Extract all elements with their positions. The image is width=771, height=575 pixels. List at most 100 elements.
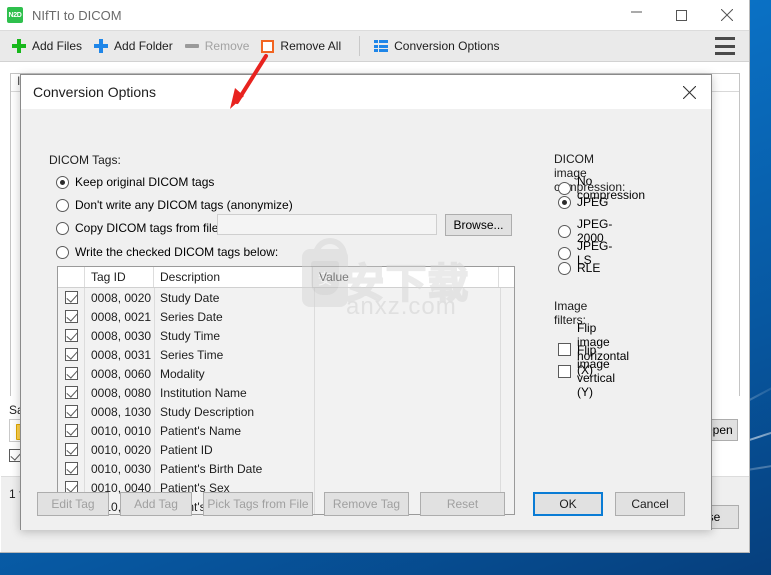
- radio-write-checked-tags[interactable]: Write the checked DICOM tags below:: [56, 245, 278, 259]
- radio-anonymize-tags-indicator[interactable]: [56, 198, 69, 212]
- tags-col-spacer: [499, 267, 514, 287]
- tags-col-value[interactable]: Value: [313, 267, 499, 287]
- tags-col-tag-id[interactable]: Tag ID: [85, 267, 154, 287]
- row-description: Patient ID: [160, 442, 213, 457]
- radio-copy-tags-from-file-indicator[interactable]: [56, 221, 69, 235]
- row-tag-id: 0010, 0010: [91, 423, 152, 438]
- row-checkbox-cell[interactable]: [58, 291, 85, 304]
- table-row[interactable]: 0010, 0020 Patient ID: [58, 440, 514, 459]
- screen-root: N2D NIfTI to DICOM Add Files Add Folder …: [0, 0, 771, 575]
- radio-jpeg-label: JPEG: [577, 195, 609, 209]
- dash-icon: [184, 44, 199, 48]
- radio-jpeg-2000-indicator[interactable]: [558, 224, 571, 238]
- checkbox-flip-vertical[interactable]: Flip image vertical (Y): [558, 343, 615, 399]
- browse-button[interactable]: Browse...: [445, 214, 512, 236]
- row-tag-id: 0008, 0020: [91, 290, 152, 305]
- checkbox-flip-vertical-indicator[interactable]: [558, 364, 571, 378]
- row-tag-id: 0008, 0060: [91, 366, 152, 381]
- row-checkbox[interactable]: [65, 329, 78, 342]
- radio-copy-tags-from-file[interactable]: Copy DICOM tags from file:: [56, 221, 222, 235]
- app-title: NIfTI to DICOM: [32, 7, 122, 23]
- row-checkbox-cell[interactable]: [58, 348, 85, 361]
- tags-grid-line-2: [154, 288, 155, 514]
- copy-tags-path-input[interactable]: [217, 214, 437, 235]
- row-checkbox-cell[interactable]: [58, 443, 85, 456]
- row-description: Patient's Birth Date: [160, 461, 263, 476]
- row-checkbox[interactable]: [65, 367, 78, 380]
- maximize-button[interactable]: [659, 0, 704, 30]
- table-row[interactable]: 0008, 0031 Series Time: [58, 345, 514, 364]
- tags-col-check[interactable]: [58, 267, 85, 287]
- row-description: Modality: [160, 366, 205, 381]
- add-folder-label: Add Folder: [114, 39, 173, 53]
- radio-keep-original-tags[interactable]: Keep original DICOM tags: [56, 175, 214, 189]
- row-tag-id: 0008, 0030: [91, 328, 152, 343]
- table-row[interactable]: 0008, 1030 Study Description: [58, 402, 514, 421]
- radio-keep-original-tags-indicator[interactable]: [56, 175, 69, 189]
- row-checkbox[interactable]: [65, 310, 78, 323]
- row-checkbox-cell[interactable]: [58, 386, 85, 399]
- ok-button[interactable]: OK: [533, 492, 603, 516]
- table-row[interactable]: 0008, 0021 Series Date: [58, 307, 514, 326]
- plus-blue-icon: [94, 39, 109, 53]
- table-row[interactable]: 0008, 0030 Study Time: [58, 326, 514, 345]
- hamburger-menu-icon[interactable]: [715, 37, 735, 55]
- title-bar: N2D NIfTI to DICOM: [0, 0, 749, 30]
- radio-jpeg-ls-indicator[interactable]: [558, 246, 571, 260]
- row-checkbox[interactable]: [65, 386, 78, 399]
- radio-jpeg-indicator[interactable]: [558, 195, 571, 209]
- radio-rle-indicator[interactable]: [558, 261, 571, 275]
- pick-tags-from-file-button: Pick Tags from File: [203, 492, 313, 516]
- close-button[interactable]: [704, 0, 749, 30]
- row-tag-id: 0010, 0020: [91, 442, 152, 457]
- row-checkbox[interactable]: [65, 443, 78, 456]
- row-description: Series Date: [160, 309, 223, 324]
- row-checkbox-cell[interactable]: [58, 462, 85, 475]
- radio-anonymize-tags[interactable]: Don't write any DICOM tags (anonymize): [56, 198, 293, 212]
- radio-no-compression-indicator[interactable]: [558, 181, 571, 195]
- row-tag-id: 0008, 0080: [91, 385, 152, 400]
- tags-col-description[interactable]: Description: [154, 267, 313, 287]
- row-checkbox-cell[interactable]: [58, 329, 85, 342]
- row-description: Study Time: [160, 328, 221, 343]
- add-files-button[interactable]: Add Files: [8, 32, 90, 60]
- radio-write-checked-tags-indicator[interactable]: [56, 245, 69, 259]
- remove-button: Remove: [181, 32, 258, 60]
- radio-rle[interactable]: RLE: [558, 261, 600, 275]
- dialog-close-icon[interactable]: [667, 75, 711, 109]
- dicom-tags-section-label: DICOM Tags:: [49, 153, 121, 167]
- radio-jpeg[interactable]: JPEG: [558, 195, 608, 209]
- row-tag-id: 0008, 0021: [91, 309, 152, 324]
- table-row[interactable]: 0008, 0080 Institution Name: [58, 383, 514, 402]
- cancel-button[interactable]: Cancel: [615, 492, 685, 516]
- table-row[interactable]: 0010, 0010 Patient's Name: [58, 421, 514, 440]
- minimize-button[interactable]: [614, 0, 659, 30]
- row-description: Study Description: [160, 404, 255, 419]
- table-row[interactable]: 0010, 0030 Patient's Birth Date: [58, 459, 514, 478]
- main-toolbar: Add Files Add Folder Remove Remove All C…: [0, 30, 749, 62]
- dialog-footer: Edit Tag Add Tag Pick Tags from File Rem…: [21, 492, 713, 530]
- row-checkbox[interactable]: [65, 405, 78, 418]
- row-checkbox-cell[interactable]: [58, 405, 85, 418]
- add-folder-button[interactable]: Add Folder: [90, 32, 181, 60]
- dialog-title-bar: Conversion Options: [21, 75, 711, 109]
- remove-label: Remove: [204, 39, 250, 53]
- add-files-label: Add Files: [32, 39, 83, 53]
- row-description: Institution Name: [160, 385, 247, 400]
- row-checkbox[interactable]: [65, 348, 78, 361]
- row-checkbox[interactable]: [65, 291, 78, 304]
- row-checkbox-cell[interactable]: [58, 424, 85, 437]
- remove-all-button[interactable]: Remove All: [257, 32, 349, 60]
- conversion-options-label: Conversion Options: [394, 39, 500, 53]
- table-row[interactable]: 0008, 0060 Modality: [58, 364, 514, 383]
- row-checkbox-cell[interactable]: [58, 367, 85, 380]
- row-checkbox[interactable]: [65, 424, 78, 437]
- row-tag-id: 0008, 0031: [91, 347, 152, 362]
- row-description: Patient's Name: [160, 423, 241, 438]
- orange-square-icon: [261, 39, 275, 53]
- row-checkbox[interactable]: [65, 462, 78, 475]
- conversion-options-button[interactable]: Conversion Options: [370, 32, 507, 60]
- dicom-tags-table[interactable]: Tag ID Description Value 0008, 0020 Study…: [57, 266, 515, 515]
- row-checkbox-cell[interactable]: [58, 310, 85, 323]
- table-row[interactable]: 0008, 0020 Study Date: [58, 288, 514, 307]
